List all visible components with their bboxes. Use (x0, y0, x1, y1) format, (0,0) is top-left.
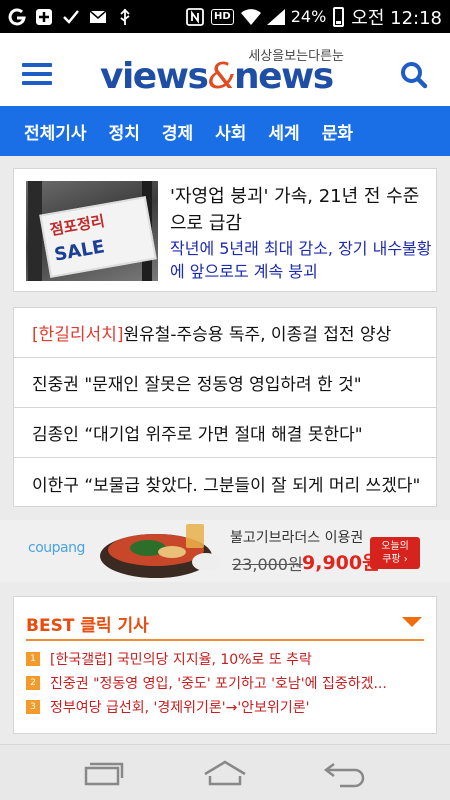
headline-list: [한길리서치] 원유철-주승용 독주, 이종걸 접전 양상 진중권 "문재인 잘… (13, 307, 437, 507)
top-story-title[interactable]: '자영업 붕괴' 가속, 21년 전 수준으로 급감 (170, 183, 430, 237)
best-item-text: 진중권 "정동영 영입, '중도' 포기하고 '호남'에 집중하겠... (50, 676, 387, 692)
clock: 오전 12:18 (351, 7, 442, 29)
best-item[interactable]: 2 진중권 "정동영 영입, '중도' 포기하고 '호남'에 집중하겠... (26, 671, 426, 695)
home-icon[interactable] (202, 758, 248, 788)
app-notification-icon (8, 8, 26, 26)
back-icon[interactable] (322, 758, 368, 788)
signal-icon (266, 8, 285, 26)
coupang-ad-banner[interactable]: coupang 불고기브라더스 이용권 23,000원 9,900원 오늘의 쿠… (0, 520, 450, 582)
best-item-text: [한국갤럽] 국민의당 지지율, 10%로 또 추락 (50, 652, 312, 668)
nav-item-culture[interactable]: 문화 (322, 119, 353, 144)
thumbnail-pole (28, 181, 42, 281)
food-bowl-image (98, 522, 222, 580)
rank-badge: 3 (26, 700, 40, 714)
top-story-thumbnail: 점포정리 SALE (26, 181, 158, 281)
rank-badge: 1 (26, 652, 40, 666)
status-bar: HD 24% 오전 12:18 (0, 0, 450, 33)
expand-chevron-icon[interactable] (402, 617, 422, 627)
nav-item-society[interactable]: 사회 (215, 119, 246, 144)
best-divider (26, 639, 424, 641)
logo-ampersand: & (207, 56, 235, 97)
list-item[interactable]: [한길리서치] 원유철-주승용 독주, 이종걸 접전 양상 (14, 308, 436, 358)
hamburger-menu-icon[interactable] (22, 63, 52, 85)
usb-icon (116, 8, 134, 26)
nav-item-world[interactable]: 세계 (268, 119, 299, 144)
wifi-icon (240, 8, 261, 26)
notification-icons (8, 8, 134, 26)
today-coupang-button[interactable]: 오늘의 쿠팡 › (370, 537, 420, 569)
headline-text: 김종인 “대기업 위주로 가면 절대 해결 못한다" (32, 425, 363, 445)
best-heading: BEST 클릭 기사 (26, 616, 149, 636)
logo-wordmark: views&news (100, 55, 334, 99)
add-box-icon (35, 8, 53, 26)
headline-text: 이한구 “보물급 찾았다. 그분들이 잘 되게 머리 쓰겠다" (32, 475, 421, 496)
search-icon[interactable] (400, 61, 428, 89)
headline-text: 원유철-주승용 독주, 이종걸 접전 양상 (123, 325, 392, 345)
list-item[interactable]: 김종인 “대기업 위주로 가면 절대 해결 못한다" (14, 408, 436, 458)
badge-line-2: 쿠팡 › (382, 554, 408, 565)
ad-title: 불고기브라더스 이용권 (230, 530, 364, 546)
best-item-text: 정부여당 급선회, '경제위기론'→'안보위기론' (50, 700, 310, 716)
headline-text: 진중권 "문재인 잘못은 정동영 영입하려 한 것" (32, 375, 362, 395)
system-navigation-bar (0, 744, 450, 800)
ad-original-price: 23,000원 (232, 555, 303, 574)
site-logo[interactable]: 세상을보는다른눈 views&news (100, 41, 350, 101)
nav-item-politics[interactable]: 정치 (109, 119, 140, 144)
nfc-icon (186, 7, 204, 26)
sign-text-sale: SALE (52, 236, 107, 266)
logo-word-news: news (234, 56, 334, 97)
recent-apps-icon[interactable] (80, 758, 126, 788)
best-articles-card: BEST 클릭 기사 1 [한국갤럽] 국민의당 지지율, 10%로 또 추락 2… (13, 596, 437, 734)
system-status: HD 24% 오전 12:18 (186, 4, 442, 30)
top-story-card[interactable]: 점포정리 SALE '자영업 붕괴' 가속, 21년 전 수준으로 급감 작년에… (13, 168, 437, 292)
ad-sale-price: 9,900원 (302, 552, 380, 574)
nav-item-all[interactable]: 전체기사 (24, 119, 87, 144)
mail-icon (89, 8, 107, 26)
hd-voice-icon: HD (211, 8, 234, 25)
thumbnail-sale-sign: 점포정리 SALE (39, 196, 157, 278)
check-icon (62, 8, 80, 26)
list-item[interactable]: 진중권 "문재인 잘못은 정동영 영입하려 한 것" (14, 358, 436, 408)
nav-item-economy[interactable]: 경제 (162, 119, 193, 144)
best-item[interactable]: 1 [한국갤럽] 국민의당 지지율, 10%로 또 추락 (26, 647, 426, 671)
best-item[interactable]: 3 정부여당 급선회, '경제위기론'→'안보위기론' (26, 695, 426, 719)
battery-icon (333, 6, 345, 27)
headline-prefix: [한길리서치] (32, 325, 124, 345)
badge-line-1: 오늘의 (381, 541, 409, 552)
rank-badge: 2 (26, 676, 40, 690)
site-header: 세상을보는다른눈 views&news (0, 33, 450, 106)
sign-text-top: 점포정리 (48, 211, 107, 240)
top-story-subtitle: 작년에 5년래 최대 감소, 장기 내수불황에 앞으로도 계속 붕괴 (170, 239, 432, 281)
category-nav: 전체기사 정치 경제 사회 세계 문화 (0, 106, 450, 156)
list-item[interactable]: 이한구 “보물급 찾았다. 그분들이 잘 되게 머리 쓰겠다" (14, 458, 436, 508)
battery-percent: 24% (290, 7, 327, 26)
logo-word-views: views (100, 56, 209, 97)
coupang-logo: coupang (28, 540, 85, 556)
